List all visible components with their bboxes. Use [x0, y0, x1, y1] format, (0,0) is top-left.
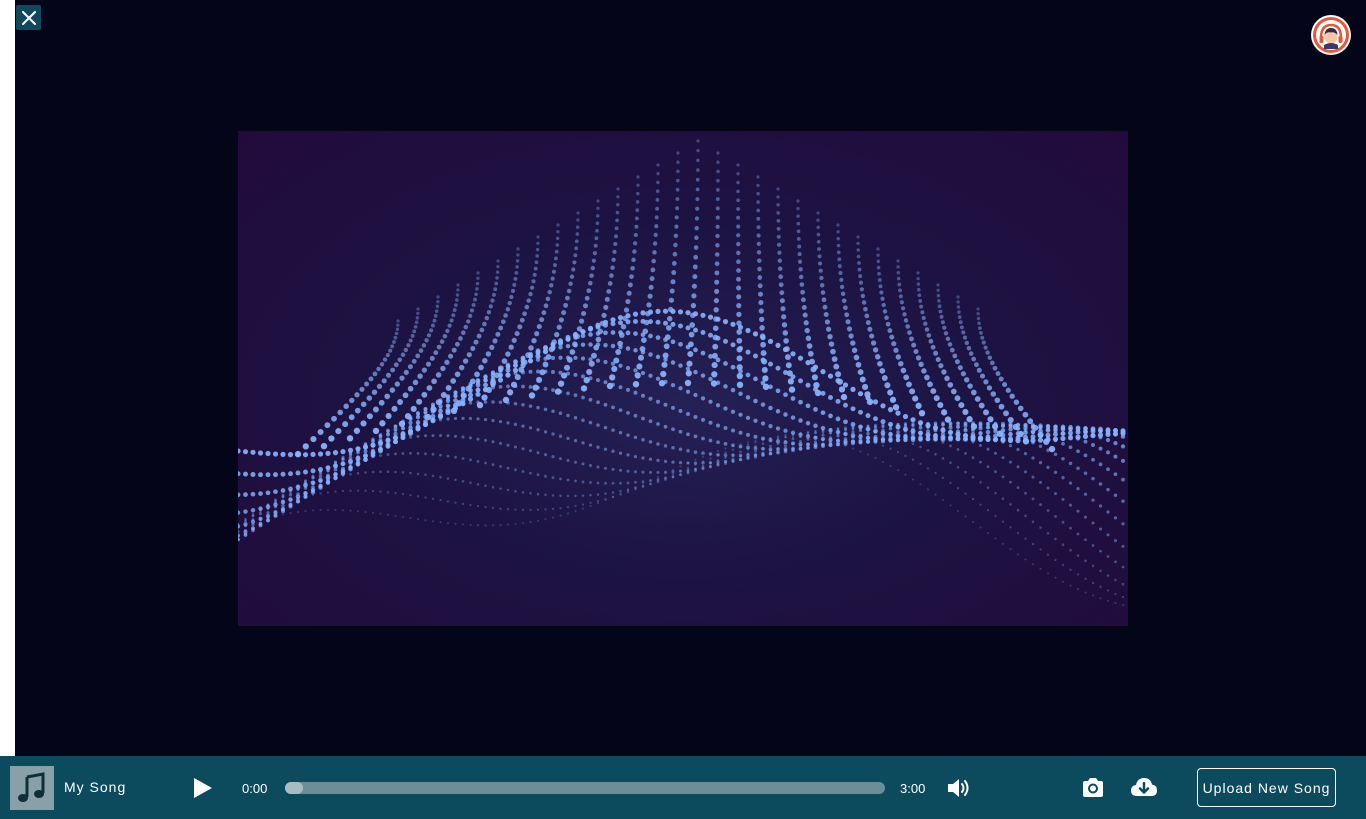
particle-wave — [238, 131, 1128, 626]
close-button[interactable] — [16, 5, 41, 30]
song-thumbnail — [10, 766, 54, 810]
camera-icon — [1083, 778, 1103, 797]
volume-icon — [948, 779, 969, 797]
cloud-download-icon — [1131, 778, 1157, 796]
headphones-avatar-icon — [1313, 17, 1349, 53]
progress-fill — [285, 782, 303, 794]
play-icon — [194, 778, 212, 798]
download-button[interactable] — [1130, 775, 1158, 801]
close-icon — [21, 10, 36, 25]
snapshot-button[interactable] — [1081, 776, 1105, 800]
player-bar: My Song 0:00 3:00 Upload New Song — [0, 756, 1366, 819]
progress-bar[interactable] — [285, 782, 885, 794]
visualizer-canvas — [238, 131, 1128, 626]
volume-button[interactable] — [946, 776, 972, 800]
song-title: My Song — [64, 779, 127, 795]
current-time: 0:00 — [242, 781, 268, 796]
play-button[interactable] — [190, 776, 214, 800]
total-time: 3:00 — [900, 781, 926, 796]
upload-new-song-button[interactable]: Upload New Song — [1197, 768, 1336, 807]
music-note-icon — [18, 772, 45, 802]
avatar[interactable] — [1311, 15, 1351, 55]
